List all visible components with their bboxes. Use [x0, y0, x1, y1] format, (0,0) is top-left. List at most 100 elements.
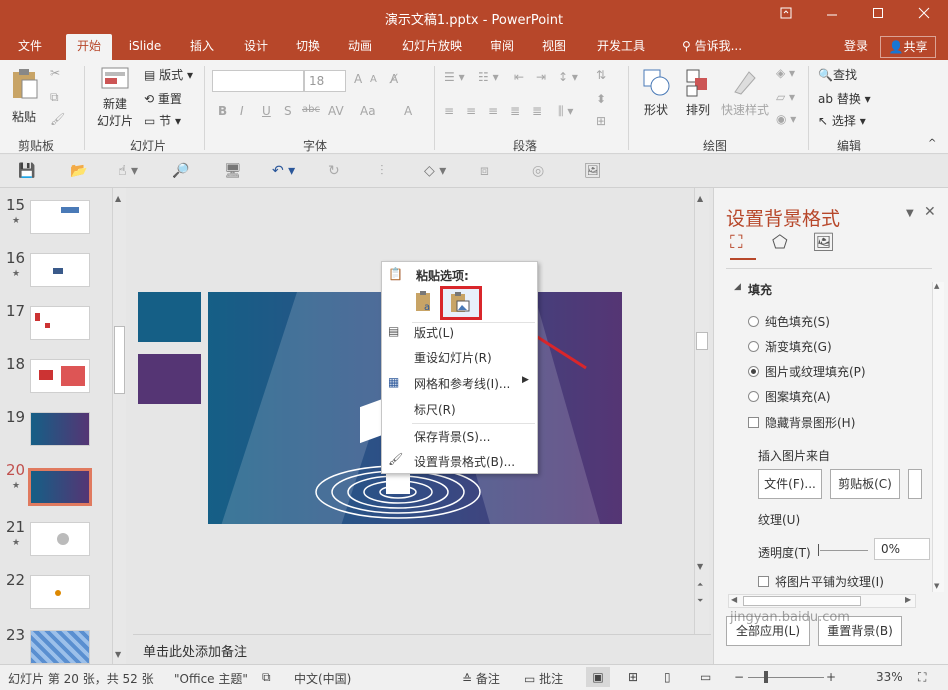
strikethrough-button[interactable]: abc	[302, 104, 320, 115]
align-icon[interactable]: ⫶	[380, 163, 384, 179]
tab-slideshow[interactable]: 幻灯片放映	[394, 34, 470, 60]
online-button[interactable]	[908, 469, 922, 499]
menu-item-layout[interactable]: 版式(L)	[414, 324, 454, 341]
change-case-button[interactable]: Aa	[360, 104, 376, 118]
font-name-input[interactable]	[212, 70, 304, 92]
transparency-input[interactable]: 0%	[874, 538, 930, 560]
zoom-level[interactable]: 33%	[876, 670, 903, 684]
radio-pattern-fill[interactable]: 图案填充(A)	[748, 388, 831, 405]
scroll-down-icon[interactable]: ▼	[115, 650, 121, 659]
grow-font-button[interactable]: A	[354, 72, 362, 86]
minimize-icon[interactable]	[822, 6, 842, 26]
font-color-button[interactable]: A	[404, 104, 412, 118]
login-link[interactable]: 登录	[836, 34, 876, 60]
normal-view-icon[interactable]: ▣	[586, 667, 610, 687]
char-spacing-button[interactable]: AV	[328, 104, 344, 118]
align-right-icon[interactable]: ≡	[488, 104, 498, 118]
zoom-in-icon[interactable]: +	[826, 670, 836, 684]
hscroll-thumb[interactable]	[743, 596, 861, 606]
slide-thumbnail-22[interactable]	[30, 575, 90, 609]
shadow-button[interactable]: S	[284, 104, 292, 118]
accessibility-icon[interactable]: ⧉	[262, 670, 271, 685]
shapes-button[interactable]: 形状	[636, 66, 676, 118]
scroll-thumb[interactable]	[114, 326, 125, 394]
menu-item-ruler[interactable]: 标尺(R)	[414, 401, 456, 418]
arrange-button[interactable]: 排列	[680, 66, 716, 118]
notes-pane[interactable]: 单击此处添加备注	[133, 634, 711, 664]
tab-animations[interactable]: 动画	[338, 34, 382, 60]
decrease-indent-icon[interactable]: ⇤	[514, 70, 524, 84]
italic-button[interactable]: I	[240, 104, 244, 118]
notes-toggle[interactable]: ≙ 备注	[462, 670, 500, 687]
touch-mode-icon[interactable]: ☝ ▾	[118, 163, 138, 179]
menu-item-format-background[interactable]: 设置背景格式(B)...	[414, 453, 515, 470]
print-preview-icon[interactable]: 🔎	[172, 163, 189, 179]
clear-format-icon[interactable]: A̸	[390, 72, 398, 86]
align-left-icon[interactable]: ≡	[444, 104, 454, 118]
format-painter-icon[interactable]: 🖌	[50, 112, 65, 126]
radio-picture-fill[interactable]: 图片或纹理填充(P)	[748, 363, 866, 380]
canvas-scrollbar[interactable]: ▲ ▼ ⏶ ⏷	[694, 188, 709, 634]
text-direction-icon[interactable]: ⇅	[596, 68, 606, 82]
pane-options-icon[interactable]: ▼	[906, 208, 914, 219]
zoom-out-icon[interactable]: −	[734, 670, 744, 684]
next-slide-icon[interactable]: ⏷	[697, 596, 703, 606]
paste-as-picture-button[interactable]	[440, 286, 482, 320]
shapes-qat-icon[interactable]: ◇ ▾	[424, 163, 446, 179]
reading-view-icon[interactable]: ▯	[664, 670, 671, 684]
scroll-thumb[interactable]	[696, 332, 708, 350]
pane-hscrollbar[interactable]: ◀ ▶	[728, 594, 916, 608]
section-button[interactable]: ▭ 节 ▾	[144, 112, 181, 129]
comments-toggle[interactable]: ▭ 批注	[524, 670, 563, 687]
picture-tab-icon[interactable]: 🖼	[812, 232, 835, 253]
justify-icon[interactable]: ≣	[510, 104, 520, 118]
open-folder-icon[interactable]: 📂	[70, 163, 87, 179]
replace-button[interactable]: ab 替换 ▾	[818, 90, 871, 107]
font-size-input[interactable]: 18	[304, 70, 346, 92]
find-button[interactable]: 🔍查找	[818, 66, 857, 83]
align-text-icon[interactable]: ⬍	[596, 92, 606, 106]
layout-button[interactable]: ▤ 版式 ▾	[144, 66, 193, 83]
numbering-icon[interactable]: ☷ ▾	[478, 70, 499, 84]
slide-thumbnail-15[interactable]	[30, 200, 90, 234]
cut-icon[interactable]: ✂	[50, 66, 60, 80]
menu-item-grid-guides[interactable]: 网格和参考线(I)...	[414, 375, 510, 392]
menu-item-save-background[interactable]: 保存背景(S)...	[414, 428, 490, 445]
columns-icon[interactable]: ⫼ ▾	[558, 104, 573, 119]
radio-solid-fill[interactable]: 纯色填充(S)	[748, 313, 830, 330]
tab-review[interactable]: 审阅	[480, 34, 524, 60]
bullets-icon[interactable]: ☰ ▾	[444, 70, 465, 84]
group-icon[interactable]: ⧈	[480, 163, 489, 179]
maximize-icon[interactable]	[868, 6, 888, 26]
save-icon[interactable]: 💾	[18, 163, 35, 179]
scroll-right-icon[interactable]: ▶	[905, 595, 911, 604]
shape-effects-icon[interactable]: ◉ ▾	[776, 112, 796, 126]
tab-transitions[interactable]: 切换	[286, 34, 330, 60]
slide-thumbnail-16[interactable]	[30, 253, 90, 287]
scroll-left-icon[interactable]: ◀	[731, 595, 737, 604]
copy-icon[interactable]: ⧉	[50, 90, 59, 105]
tab-view[interactable]: 视图	[532, 34, 576, 60]
tab-developer[interactable]: 开发工具	[588, 34, 654, 60]
select-button[interactable]: ↖ 选择 ▾	[818, 112, 866, 129]
paste-keep-theme-icon[interactable]: a	[414, 290, 436, 314]
fit-to-window-icon[interactable]: ⛶	[918, 670, 926, 685]
prev-slide-icon[interactable]: ⏶	[697, 580, 703, 590]
scroll-down-icon[interactable]: ▼	[934, 582, 939, 590]
file-button[interactable]: 文件(F)...	[758, 469, 822, 499]
undo-icon[interactable]: ↶ ▾	[272, 163, 295, 179]
smartart-icon[interactable]: ⊞	[596, 114, 606, 128]
shape-fill-icon[interactable]: ◈ ▾	[776, 66, 795, 80]
bold-button[interactable]: B	[218, 104, 227, 118]
tab-home[interactable]: 开始	[66, 34, 112, 60]
transparency-slider-track[interactable]	[820, 550, 868, 551]
slideshow-icon[interactable]: ▭	[700, 670, 711, 684]
radio-gradient-fill[interactable]: 渐变填充(G)	[748, 338, 832, 355]
quick-styles-button[interactable]: 快速样式	[718, 66, 772, 118]
ribbon-display-icon[interactable]	[776, 6, 796, 26]
reset-button[interactable]: ⟲ 重置	[144, 90, 182, 107]
line-spacing-icon[interactable]: ↕ ▾	[558, 70, 578, 84]
tab-islide[interactable]: iSlide	[122, 34, 168, 60]
hide-background-checkbox[interactable]: 隐藏背景图形(H)	[748, 414, 855, 431]
merge-shapes-icon[interactable]: ◎	[532, 163, 544, 179]
